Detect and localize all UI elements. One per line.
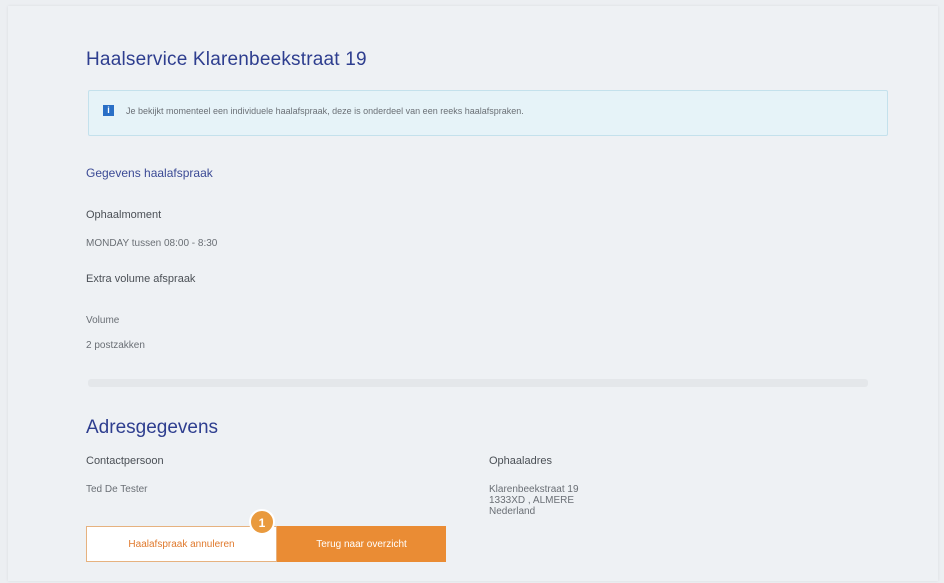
info-banner: i Je bekijkt momenteel een individuele h… (88, 90, 888, 136)
extra-volume-label: Extra volume afspraak (86, 273, 196, 285)
section-divider (88, 379, 868, 387)
cancel-appointment-button[interactable]: Haalafspraak annuleren (86, 526, 277, 562)
info-message: Je bekijkt momenteel een individuele haa… (126, 106, 524, 116)
step-number-badge: 1 (249, 509, 275, 535)
pickup-address-label: Ophaaladres (489, 455, 552, 467)
pickup-address-line3: Nederland (489, 506, 536, 517)
pickup-address-line2: 1333XD , ALMERE (489, 495, 575, 506)
pickup-moment-value: MONDAY tussen 08:00 - 8:30 (86, 238, 218, 249)
pickup-address-line1: Klarenbeekstraat 19 (489, 484, 579, 495)
address-section-title: Adresgegevens (86, 417, 219, 438)
info-icon: i (103, 105, 114, 116)
contact-person-label: Contactpersoon (86, 455, 164, 467)
page-container: Haalservice Klarenbeekstraat 19 i Je bek… (8, 6, 938, 581)
back-to-overview-button[interactable]: Terug naar overzicht (277, 526, 446, 562)
volume-label: Volume (86, 315, 120, 326)
details-section-title: Gegevens haalafspraak (86, 166, 213, 180)
contact-person-value: Ted De Tester (86, 484, 148, 495)
page-title: Haalservice Klarenbeekstraat 19 (86, 49, 367, 70)
pickup-moment-label: Ophaalmoment (86, 209, 162, 221)
volume-value: 2 postzakken (86, 340, 145, 351)
